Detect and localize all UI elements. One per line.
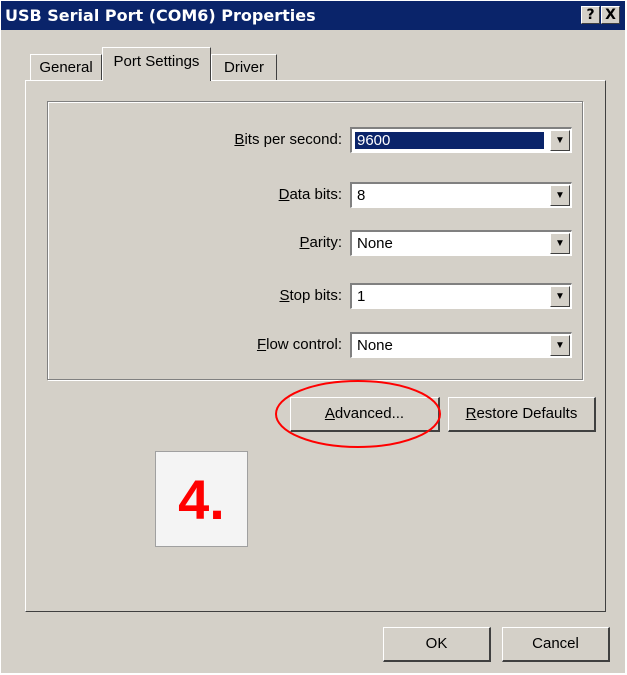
tab-general[interactable]: General	[30, 54, 102, 80]
title-bar[interactable]: USB Serial Port (COM6) Properties ? X	[1, 1, 625, 30]
tab-driver[interactable]: Driver	[211, 54, 277, 80]
properties-dialog: USB Serial Port (COM6) Properties ? X Ge…	[0, 0, 626, 674]
ok-button[interactable]: OK	[383, 627, 491, 662]
tab-panel	[25, 80, 606, 612]
tab-port-settings[interactable]: Port Settings	[102, 47, 211, 81]
window-title: USB Serial Port (COM6) Properties	[5, 6, 316, 25]
help-button[interactable]: ?	[581, 6, 600, 24]
cancel-button[interactable]: Cancel	[502, 627, 610, 662]
close-button[interactable]: X	[601, 6, 620, 24]
